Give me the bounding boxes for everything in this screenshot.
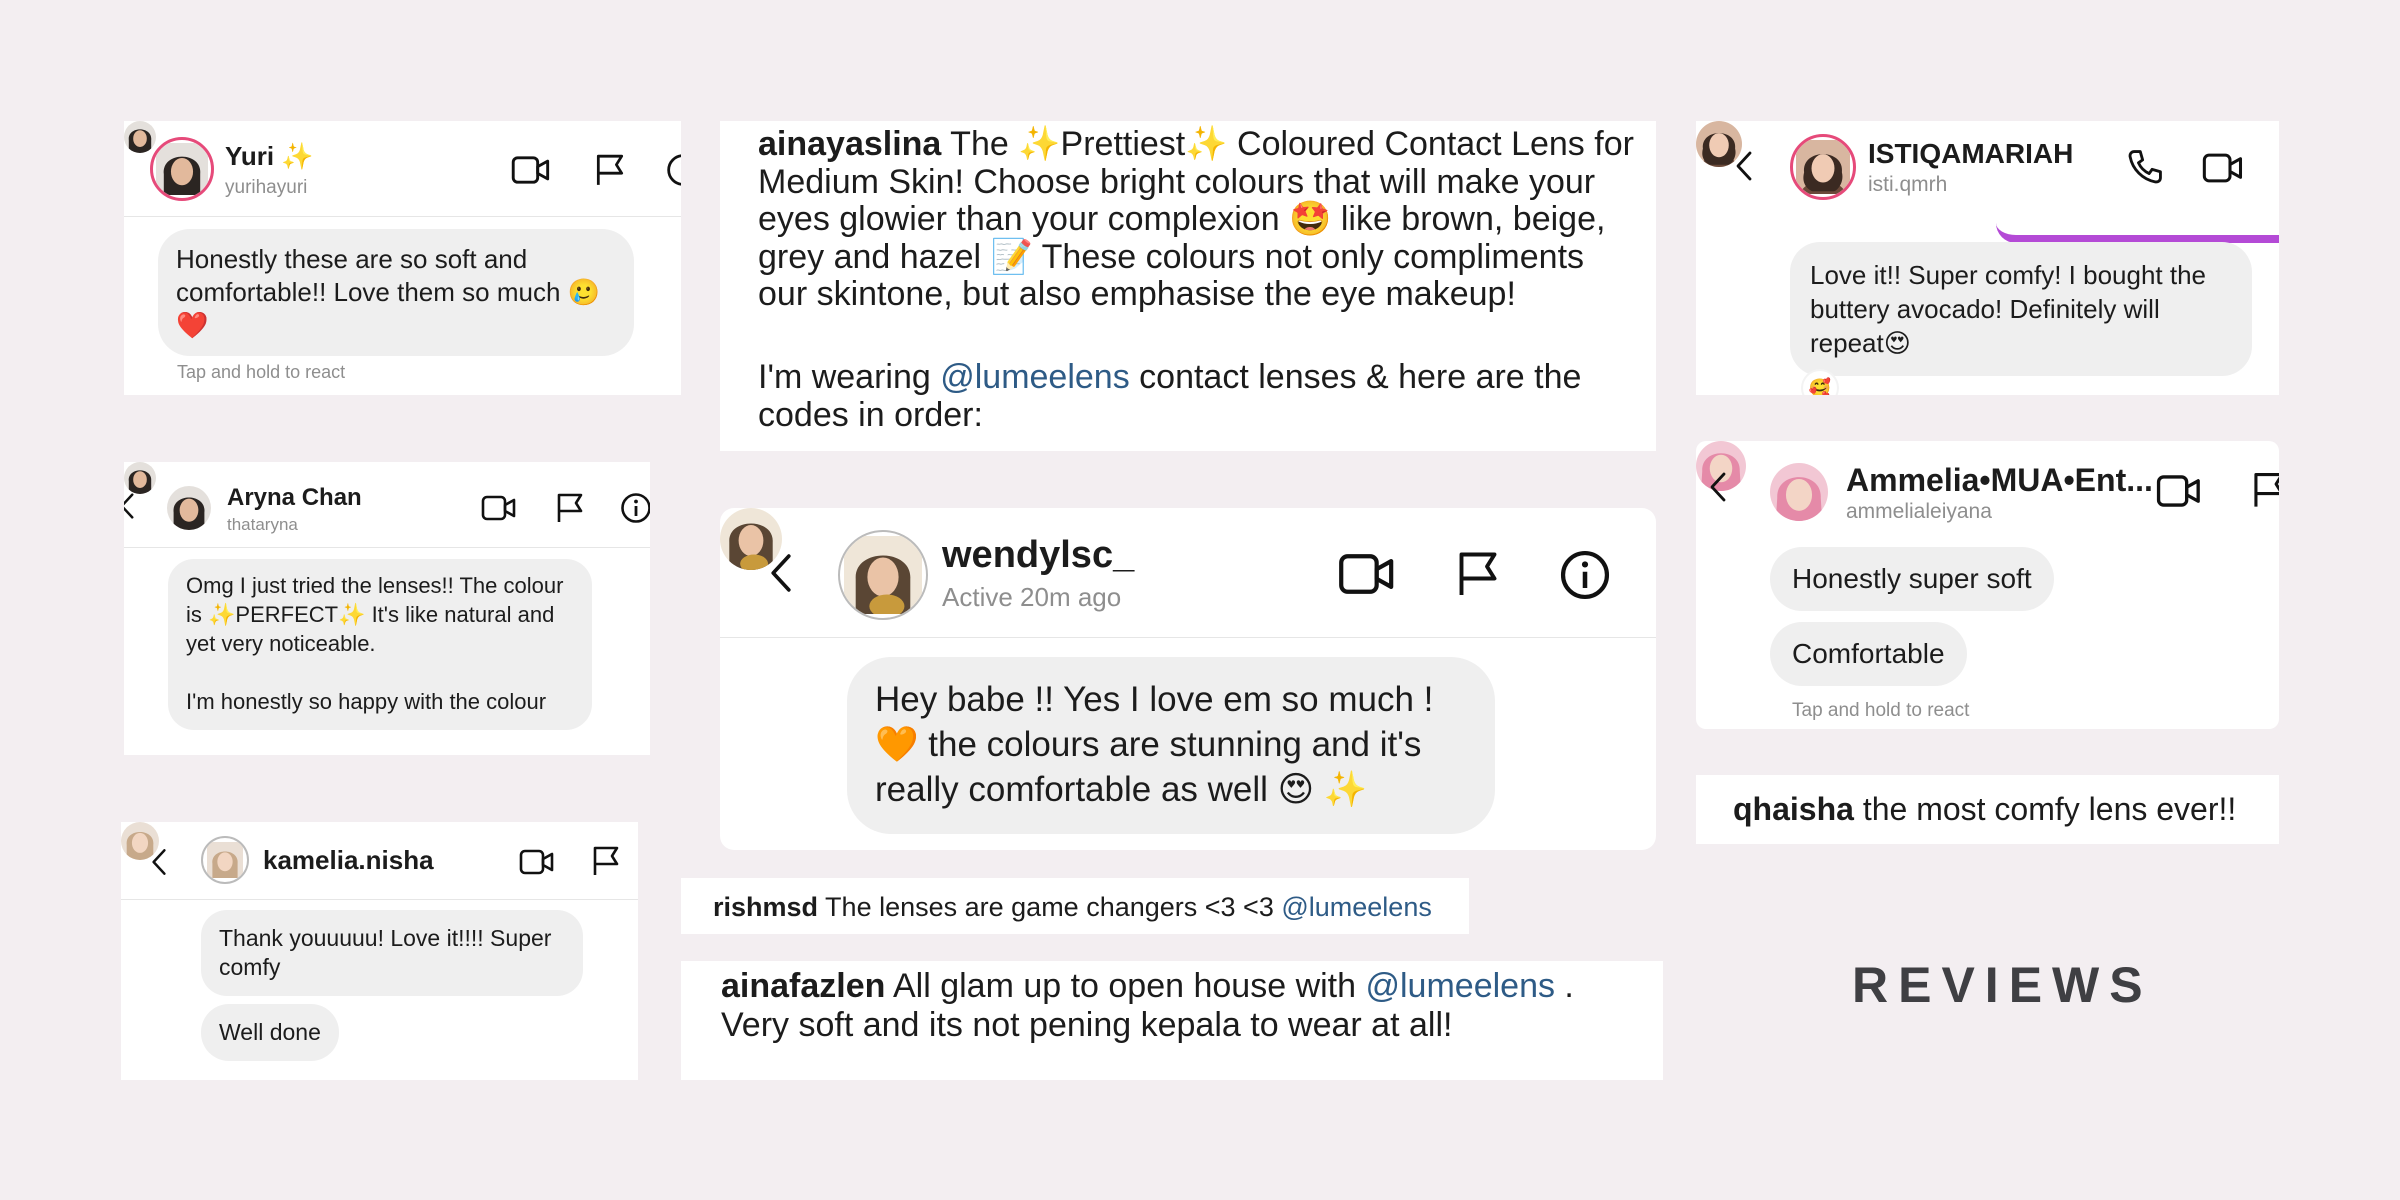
contact-name[interactable]: kamelia.nisha [263, 845, 434, 876]
flag-icon[interactable] [593, 153, 627, 187]
avatar[interactable] [150, 137, 214, 201]
video-call-icon[interactable] [519, 846, 555, 878]
message-bubble[interactable]: Love it!! Super comfy! I bought the butt… [1790, 242, 2252, 376]
caption-username[interactable]: ainafazlen [721, 967, 885, 1005]
contact-handle: thataryna [227, 515, 298, 534]
back-icon[interactable] [1734, 148, 1754, 184]
mention-link[interactable]: @lumeelens [940, 358, 1130, 396]
react-hint: Tap and hold to react [177, 362, 346, 382]
chat-header: ISTIQAMARIAH isti.qmrh [1696, 121, 2279, 214]
comment-text: rishmsd The lenses are game changers <3 … [713, 891, 1432, 923]
flag-icon[interactable] [554, 492, 586, 524]
info-icon[interactable] [1559, 549, 1611, 601]
mention-link[interactable]: @lumeelens [1365, 967, 1555, 1005]
rishmsd-comment-card: rishmsd The lenses are game changers <3 … [681, 878, 1469, 934]
message-bubble[interactable]: Honestly these are so soft and comfortab… [158, 229, 634, 356]
caption-username[interactable]: ainayaslina [758, 125, 941, 163]
message-bubble[interactable]: Honestly super soft [1770, 547, 2054, 611]
avatar-photo [1770, 463, 1828, 521]
avatar-photo [156, 143, 208, 195]
contact-name[interactable]: Yuri ✨ [225, 141, 314, 172]
avatar-photo [844, 536, 922, 614]
video-call-icon[interactable] [2156, 470, 2202, 512]
message-bubble[interactable]: Hey babe !! Yes I love em so much ! 🧡 th… [847, 657, 1495, 834]
avatar[interactable] [201, 836, 249, 884]
info-icon[interactable] [620, 492, 650, 524]
message-bubble[interactable]: Well done [201, 1004, 339, 1061]
qhaisha-comment-card: qhaisha the most comfy lens ever!! [1696, 775, 2279, 844]
comment-body: The lenses are game changers <3 <3 [818, 892, 1282, 922]
contact-name[interactable]: Ammelia•MUA•Ent... [1846, 462, 2153, 499]
chat-header: wendylsc_ Active 20m ago [720, 508, 1656, 638]
ainafazlen-caption-card: ainafazlen All glam up to open house wit… [681, 961, 1663, 1080]
avatar-photo [207, 842, 243, 878]
react-hint: Tap and hold to react [1792, 700, 1970, 721]
flag-icon[interactable] [1454, 549, 1502, 599]
yuri-chat-card: Yuri ✨ yurihayuri Honestly these are so … [124, 121, 681, 395]
mention-link[interactable]: @lumeelens [1281, 892, 1431, 922]
flag-icon[interactable] [590, 845, 622, 877]
page-title: REVIEWS [1852, 957, 2153, 1013]
comment-username[interactable]: rishmsd [713, 892, 818, 922]
comment-text: qhaisha the most comfy lens ever!! [1733, 791, 2236, 828]
sent-message-bubble-edge [1996, 207, 2279, 243]
contact-handle: ammelialeiyana [1846, 500, 1992, 523]
video-call-icon[interactable] [2202, 149, 2244, 187]
info-icon[interactable] [666, 153, 681, 187]
phone-icon[interactable] [2126, 148, 2164, 186]
ammelia-chat-card: Ammelia•MUA•Ent... ammelialeiyana Honest… [1696, 441, 2279, 729]
chat-header: Aryna Chan thataryna [124, 462, 650, 548]
back-icon[interactable] [768, 550, 794, 596]
message-bubble[interactable]: Thank youuuuu! Love it!!!! Super comfy [201, 910, 583, 996]
contact-name[interactable]: Aryna Chan [227, 484, 362, 512]
caption-body: All glam up to open house with [885, 967, 1366, 1005]
avatar[interactable] [1790, 134, 1856, 200]
avatar-photo [167, 486, 211, 530]
back-icon[interactable] [1708, 469, 1728, 505]
avatar[interactable] [838, 530, 928, 620]
caption-text: ainafazlen All glam up to open house wit… [721, 967, 1646, 1045]
video-call-icon[interactable] [1338, 548, 1396, 600]
caption-body: I'm wearing [758, 358, 941, 396]
ainayaslina-caption-card: ainayaslina The ✨Prettiest✨ Coloured Con… [720, 121, 1656, 451]
avatar[interactable] [1770, 463, 1828, 521]
contact-name[interactable]: ISTIQAMARIAH [1868, 138, 2073, 170]
back-icon[interactable] [124, 492, 136, 520]
flag-icon[interactable] [2250, 471, 2279, 509]
comment-username[interactable]: qhaisha [1733, 791, 1854, 827]
contact-handle: yurihayuri [225, 177, 308, 198]
video-call-icon[interactable] [511, 152, 551, 188]
istiqa-chat-card: ISTIQAMARIAH isti.qmrh Love it!! Super c… [1696, 121, 2279, 395]
caption-text: ainayaslina The ✨Prettiest✨ Coloured Con… [758, 125, 1638, 314]
message-bubble[interactable]: Omg I just tried the lenses!! The colour… [168, 559, 592, 730]
chat-header: Yuri ✨ yurihayuri [124, 121, 681, 217]
contact-name[interactable]: wendylsc_ [942, 534, 1134, 577]
back-icon[interactable] [150, 847, 168, 877]
active-status: Active 20m ago [942, 582, 1122, 612]
aryna-chat-card: Aryna Chan thataryna Omg I just tried th… [124, 462, 650, 755]
wendy-chat-card: wendylsc_ Active 20m ago Hey babe !! Yes… [720, 508, 1656, 850]
chat-header: kamelia.nisha [121, 822, 638, 900]
avatar[interactable] [167, 486, 211, 530]
video-call-icon[interactable] [481, 492, 517, 524]
avatar-photo [1796, 140, 1850, 194]
caption-text: I'm wearing @lumeelens contact lenses & … [758, 358, 1638, 434]
chat-header: Ammelia•MUA•Ent... ammelialeiyana [1696, 441, 2279, 529]
kamelia-chat-card: kamelia.nisha Thank youuuuu! Love it!!!!… [121, 822, 638, 1080]
comment-body: the most comfy lens ever!! [1853, 791, 2237, 827]
message-bubble[interactable]: Comfortable [1770, 622, 1967, 686]
contact-handle: isti.qmrh [1868, 173, 1948, 196]
